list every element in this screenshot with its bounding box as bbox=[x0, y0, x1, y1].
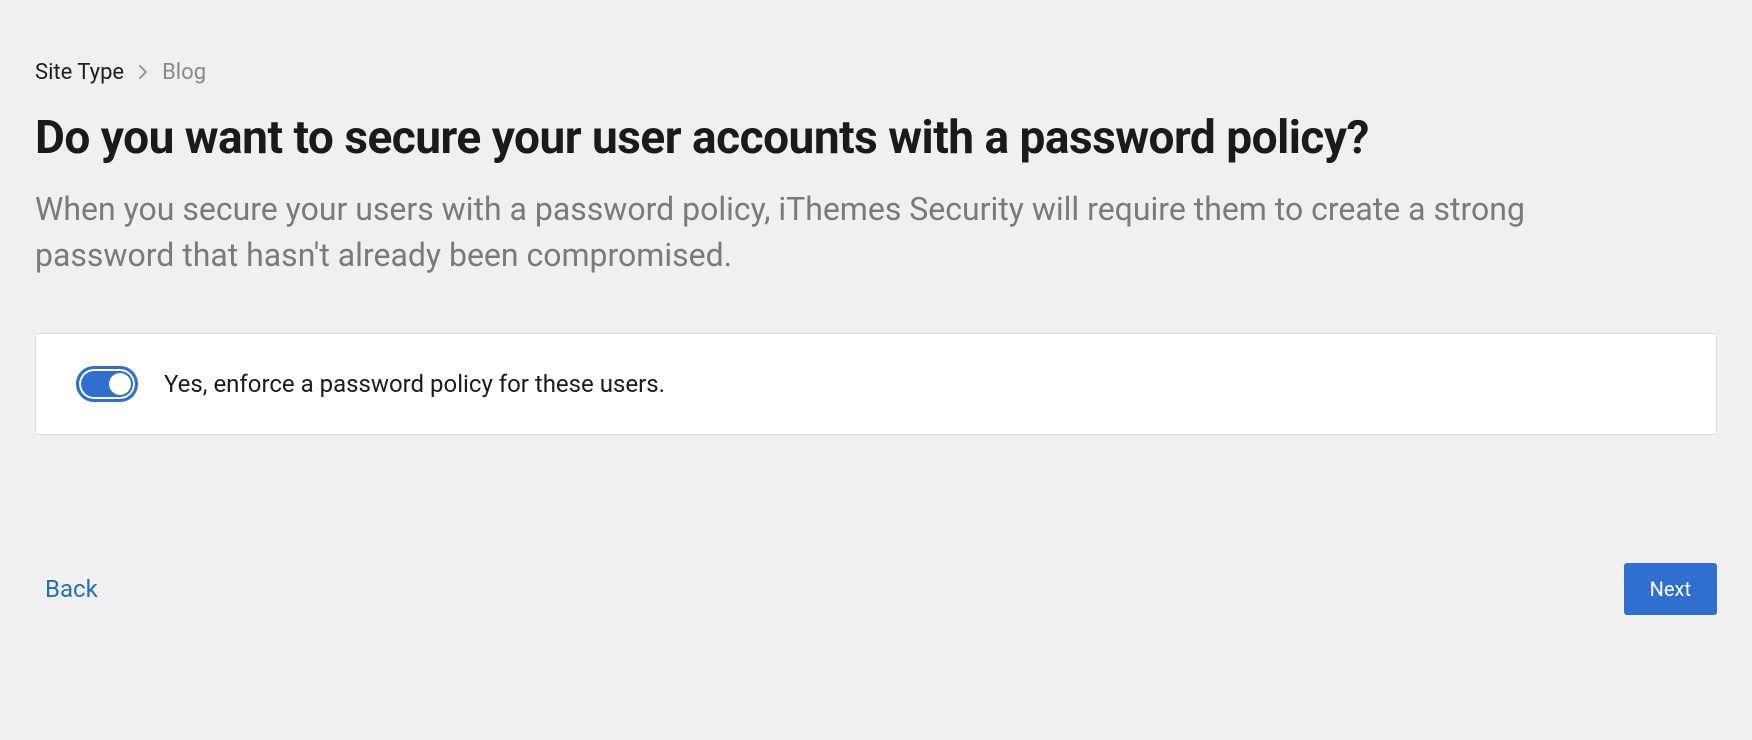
page-title: Do you want to secure your user accounts… bbox=[35, 113, 1717, 164]
back-button[interactable]: Back bbox=[35, 569, 108, 609]
password-policy-option-card: Yes, enforce a password policy for these… bbox=[35, 333, 1717, 435]
next-button[interactable]: Next bbox=[1624, 563, 1717, 615]
enforce-password-policy-toggle[interactable] bbox=[76, 366, 138, 402]
page-subtitle: When you secure your users with a passwo… bbox=[35, 186, 1535, 279]
wizard-footer: Back Next bbox=[35, 563, 1717, 615]
chevron-right-icon bbox=[138, 61, 148, 85]
breadcrumb-parent[interactable]: Site Type bbox=[35, 60, 124, 85]
breadcrumb: Site Type Blog bbox=[35, 60, 1717, 85]
option-label: Yes, enforce a password policy for these… bbox=[164, 370, 665, 398]
breadcrumb-current: Blog bbox=[162, 60, 206, 85]
toggle-knob bbox=[109, 373, 131, 395]
